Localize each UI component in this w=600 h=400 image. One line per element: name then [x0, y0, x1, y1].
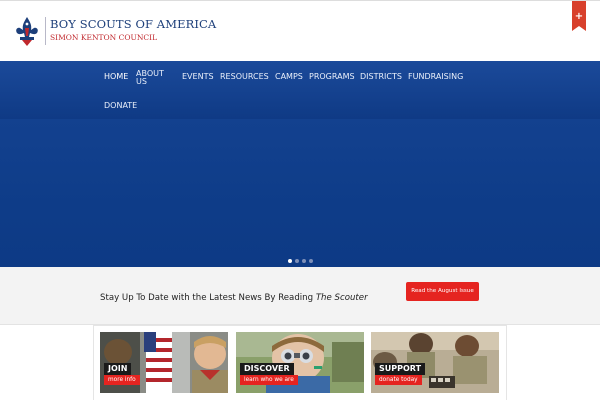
card-link[interactable]: more info — [104, 375, 140, 385]
nav-about-us[interactable]: ABOUT US — [136, 70, 166, 86]
newsletter-publication: The Scouter — [315, 293, 368, 303]
card-link[interactable]: donate today — [375, 375, 422, 385]
logo-subtitle: SIMON KENTON COUNCIL — [50, 33, 158, 42]
logo-divider — [45, 17, 46, 45]
slider-dot[interactable] — [288, 259, 292, 263]
slider-dot[interactable] — [295, 259, 299, 263]
card-link[interactable]: learn who we are — [240, 375, 298, 385]
hero-slider[interactable] — [0, 119, 600, 267]
main-navigation — [0, 61, 600, 119]
fleur-de-lis-emblem-icon — [16, 17, 38, 46]
read-issue-button[interactable]: Read the August Issue — [406, 282, 479, 301]
card-support[interactable]: SUPPORT donate today — [371, 332, 499, 393]
nav-donate[interactable]: DONATE — [104, 101, 137, 110]
nav-home[interactable]: HOME — [104, 72, 128, 81]
card-title: DISCOVER — [240, 363, 294, 375]
bookmark-ribbon-icon[interactable]: + — [572, 1, 586, 31]
nav-fundraising[interactable]: FUNDRAISING — [408, 72, 463, 81]
nav-events[interactable]: EVENTS — [182, 72, 214, 81]
nav-camps[interactable]: CAMPS — [275, 72, 303, 81]
logo-title: BOY SCOUTS OF AMERICA — [50, 17, 217, 31]
site-header: BOY SCOUTS OF AMERICA SIMON KENTON COUNC… — [0, 0, 600, 61]
card-title: SUPPORT — [375, 363, 426, 375]
newsletter-text-lead: Stay Up To Date with the Latest News By … — [100, 293, 316, 303]
ribbon-symbol: + — [575, 11, 583, 22]
slider-dot[interactable] — [302, 259, 306, 263]
bsa-logo[interactable]: BOY SCOUTS OF AMERICA SIMON KENTON COUNC… — [12, 15, 216, 49]
newsletter-text: Stay Up To Date with the Latest News By … — [100, 293, 368, 303]
card-title: JOIN — [104, 363, 132, 375]
nav-districts[interactable]: DISTRICTS — [360, 72, 402, 81]
nav-resources[interactable]: RESOURCES — [220, 72, 269, 81]
nav-programs[interactable]: PROGRAMS — [309, 72, 355, 81]
card-discover[interactable]: DISCOVER learn who we are — [236, 332, 364, 393]
slider-dot[interactable] — [309, 259, 313, 263]
card-join[interactable]: JOIN more info — [100, 332, 228, 393]
